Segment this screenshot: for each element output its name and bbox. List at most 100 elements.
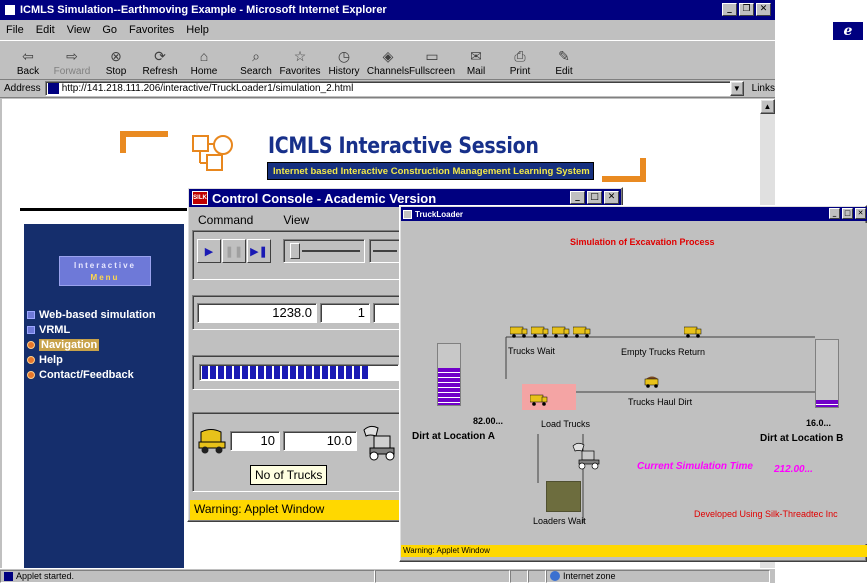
history-icon: ◷ — [337, 48, 351, 64]
console-maximize-button[interactable]: □ — [587, 191, 602, 204]
status-text: Applet started. — [16, 570, 75, 581]
banner-title: ICMLS Interactive Session — [268, 133, 539, 159]
menu-favorites[interactable]: Favorites — [129, 24, 174, 36]
progress-segment — [226, 366, 232, 379]
menu-view[interactable]: View — [67, 24, 91, 36]
favorites-button[interactable]: ☆ Favorites — [278, 41, 322, 79]
console-menu-view[interactable]: View — [283, 213, 309, 227]
menu-help[interactable]: Help — [186, 24, 209, 36]
progress-segment — [282, 366, 288, 379]
square-bullet-icon — [27, 310, 35, 319]
waiting-truck-icon — [573, 326, 591, 338]
orange-corner-decoration-right — [602, 158, 646, 182]
menu-file[interactable]: File — [6, 24, 24, 36]
nav-vrml[interactable]: VRML — [27, 322, 70, 337]
play-button[interactable]: ▶ — [197, 239, 221, 263]
menu-go[interactable]: Go — [102, 24, 117, 36]
nav-help[interactable]: Help — [27, 352, 63, 367]
console-menu-command[interactable]: Command — [198, 213, 253, 227]
silk-app-icon: SILK — [192, 191, 208, 205]
progress-segment — [330, 366, 336, 379]
search-button[interactable]: ⌕ Search — [234, 41, 278, 79]
round-bullet-icon — [27, 340, 35, 349]
history-button[interactable]: ◷ History — [322, 41, 366, 79]
status-cell — [510, 569, 528, 583]
progress-segment — [218, 366, 224, 379]
forward-button[interactable]: ⇨ Forward — [50, 41, 94, 79]
nav-web-based-simulation[interactable]: Web-based simulation — [27, 307, 156, 322]
tl-minimize-button[interactable]: _ — [829, 208, 840, 219]
fullscreen-button[interactable]: ▭ Fullscreen — [409, 41, 455, 79]
square-bullet-icon — [27, 325, 35, 334]
banner-subtitle: Internet based Interactive Construction … — [267, 162, 594, 180]
address-label: Address — [4, 83, 41, 94]
orange-corner-decoration — [120, 131, 168, 153]
extra-field[interactable] — [373, 303, 400, 323]
progress-segment — [250, 366, 256, 379]
minimize-button[interactable]: _ — [722, 3, 737, 16]
progress-segment — [274, 366, 280, 379]
console-close-button[interactable]: ✕ — [604, 191, 619, 204]
step-button[interactable]: ▶❚ — [247, 239, 271, 263]
simulation-time-field[interactable]: 1238.0 — [197, 303, 317, 323]
nav-contact-feedback[interactable]: Contact/Feedback — [27, 367, 134, 382]
ie-page-icon — [4, 4, 16, 16]
mail-button[interactable]: ✉ Mail — [454, 41, 498, 79]
divider-line — [20, 208, 195, 211]
edit-button[interactable]: ✎ Edit — [542, 41, 586, 79]
nav-navigation[interactable]: Navigation — [27, 337, 100, 352]
loaders-wait-area — [546, 481, 581, 512]
zone-text: Internet zone — [563, 570, 616, 581]
java-app-icon — [403, 209, 412, 219]
progress-segment — [258, 366, 264, 379]
tl-close-button[interactable]: ✕ — [855, 208, 866, 219]
current-simulation-time-label: Current Simulation Time — [637, 461, 753, 472]
speed-slider[interactable] — [283, 239, 365, 263]
hauling-truck-icon — [644, 376, 659, 388]
address-dropdown-button[interactable]: ▼ — [729, 81, 744, 96]
back-button[interactable]: ⇦ Back — [6, 41, 50, 79]
number-of-trucks-field[interactable]: 10 — [230, 431, 280, 451]
secondary-slider[interactable] — [369, 239, 400, 263]
browser-title: ICMLS Simulation--Earthmoving Example - … — [20, 4, 387, 16]
tl-maximize-button[interactable]: □ — [842, 208, 853, 219]
scroll-up-button[interactable]: ▲ — [760, 99, 775, 114]
loaders-wait-label: Loaders Wait — [533, 516, 586, 526]
load-trucks-label: Load Trucks — [541, 419, 591, 429]
trucks-tooltip: No of Trucks — [250, 465, 328, 485]
console-minimize-button[interactable]: _ — [570, 191, 585, 204]
address-input[interactable]: http://141.218.111.206/interactive/Truck… — [44, 81, 744, 96]
back-icon: ⇦ — [22, 48, 34, 64]
stop-button[interactable]: ⊗ Stop — [94, 41, 138, 79]
progress-segment — [354, 366, 360, 379]
security-zone-cell: Internet zone — [546, 569, 770, 583]
edit-icon: ✎ — [558, 48, 570, 64]
refresh-button[interactable]: ⟳ Refresh — [138, 41, 182, 79]
stop-icon: ⊗ — [110, 48, 122, 64]
channels-button[interactable]: ◈ Channels — [366, 41, 410, 79]
close-button[interactable]: ✕ — [756, 3, 771, 16]
links-button[interactable]: Links — [752, 83, 775, 94]
print-button[interactable]: ⎙ Print — [498, 41, 542, 79]
status-text-cell: Applet started. — [0, 569, 375, 583]
home-button[interactable]: ⌂ Home — [182, 41, 226, 79]
print-icon: ⎙ — [514, 48, 526, 64]
progress-segment — [210, 366, 216, 379]
pause-button[interactable]: ❚❚ — [222, 239, 246, 263]
truckloader-title-bar[interactable]: TruckLoader _ □ ✕ — [401, 207, 867, 221]
trucks-haul-dirt-label: Trucks Haul Dirt — [628, 397, 693, 407]
restore-button[interactable]: ❐ — [739, 3, 754, 16]
developed-by-credit: Developed Using Silk-Threadtec Inc — [694, 509, 838, 519]
fullscreen-icon: ▭ — [425, 48, 439, 64]
process-flow-lines — [505, 336, 815, 523]
waiting-truck-icon — [531, 326, 549, 338]
replication-count-field[interactable]: 1 — [320, 303, 370, 323]
browser-menubar: File Edit View Go Favorites Help — [0, 20, 775, 40]
browser-title-bar[interactable]: ICMLS Simulation--Earthmoving Example - … — [0, 0, 775, 20]
ie-logo-icon: e — [833, 22, 863, 40]
truckloader-title: TruckLoader — [415, 209, 464, 219]
progress-segment — [298, 366, 304, 379]
truck-capacity-field[interactable]: 10.0 — [283, 431, 357, 451]
slider-thumb[interactable] — [290, 243, 300, 259]
menu-edit[interactable]: Edit — [36, 24, 55, 36]
